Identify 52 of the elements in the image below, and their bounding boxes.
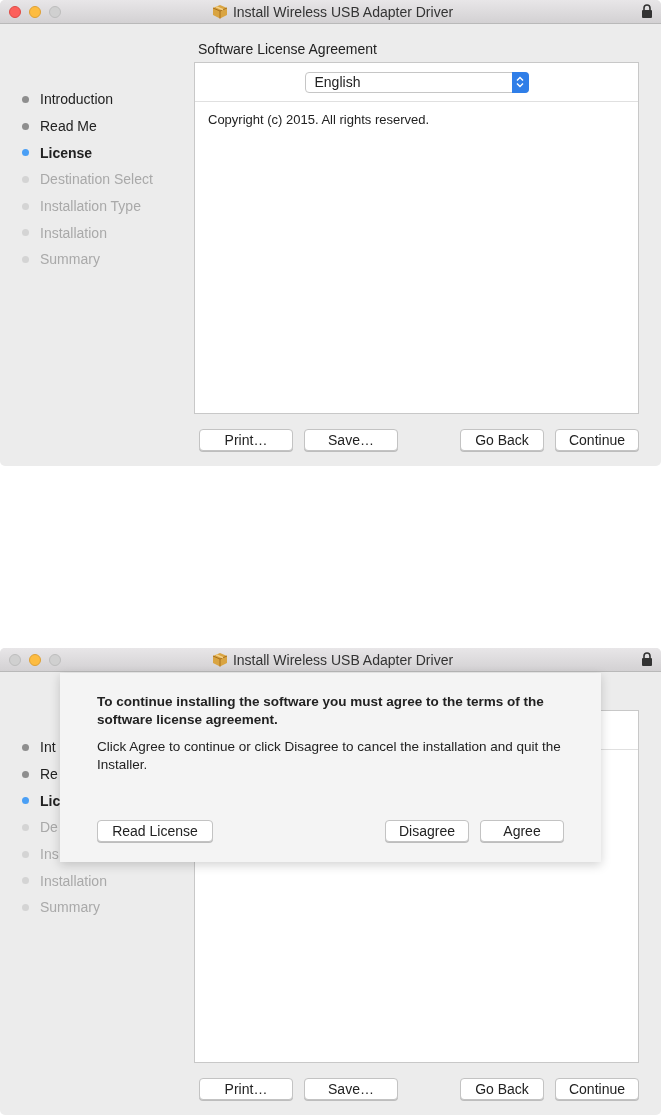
push-button[interactable]: Go Back — [460, 429, 544, 451]
push-button[interactable]: Continue — [555, 429, 639, 451]
lock-icon — [641, 652, 653, 666]
minimize-button[interactable] — [29, 653, 41, 666]
zoom-button[interactable] — [49, 653, 61, 666]
push-button[interactable]: Print… — [199, 1078, 293, 1100]
zoom-button[interactable] — [49, 5, 61, 18]
step-dot-icon — [22, 797, 29, 805]
license-text: Copyright (c) 2015. All rights reserved. — [208, 112, 430, 127]
step-dot-icon — [22, 95, 29, 103]
step-item: Installation — [0, 219, 194, 247]
dialog-heading: To continue installing the software you must agree to the terms of the software license agreement. — [97, 693, 545, 729]
push-button[interactable]: Save… — [304, 429, 398, 451]
lock-icon — [641, 4, 653, 18]
stepper-arrows-icon — [511, 71, 529, 93]
step-dot-icon — [22, 202, 29, 210]
dialog-message: Click Agree to continue or click Disagree to cancel the installation and quit the Installer. — [97, 738, 562, 774]
step-dot-icon — [22, 255, 29, 263]
push-button[interactable]: Disagree — [385, 820, 469, 842]
package-icon — [211, 652, 228, 667]
push-button[interactable]: Go Back — [460, 1078, 544, 1100]
step-item: Summary — [0, 246, 194, 273]
close-button[interactable] — [9, 5, 21, 18]
step-dot-icon — [22, 743, 29, 751]
step-dot-icon — [22, 877, 29, 885]
step-item: Summary — [0, 894, 194, 921]
step-item: Read Me — [0, 112, 194, 140]
step-item: Installation — [0, 867, 194, 895]
close-button[interactable] — [9, 653, 21, 666]
window-title: Install Wireless USB Adapter Driver — [232, 3, 454, 20]
package-icon — [211, 4, 228, 19]
step-dot-icon — [22, 903, 29, 911]
step-dot-icon — [22, 149, 29, 157]
minimize-button[interactable] — [29, 5, 41, 18]
window-title: Install Wireless USB Adapter Driver — [232, 651, 454, 668]
step-item: Destination Select — [0, 166, 194, 193]
step-dot-icon — [22, 770, 29, 778]
step-item: Introduction — [0, 86, 194, 113]
push-button[interactable]: Agree — [480, 820, 564, 842]
language-popup[interactable]: English — [304, 71, 529, 93]
step-item: Installation Type — [0, 192, 194, 220]
push-button[interactable]: Save… — [304, 1078, 398, 1100]
section-heading: Software License Agreement — [198, 41, 377, 57]
step-dot-icon — [22, 229, 29, 237]
step-dot-icon — [22, 175, 29, 183]
push-button[interactable]: Continue — [555, 1078, 639, 1100]
push-button[interactable]: Read License — [97, 820, 213, 842]
step-dot-icon — [22, 850, 29, 858]
step-dot-icon — [22, 122, 29, 130]
step-dot-icon — [22, 823, 29, 831]
step-item: License — [0, 139, 194, 167]
push-button[interactable]: Print… — [199, 429, 293, 451]
